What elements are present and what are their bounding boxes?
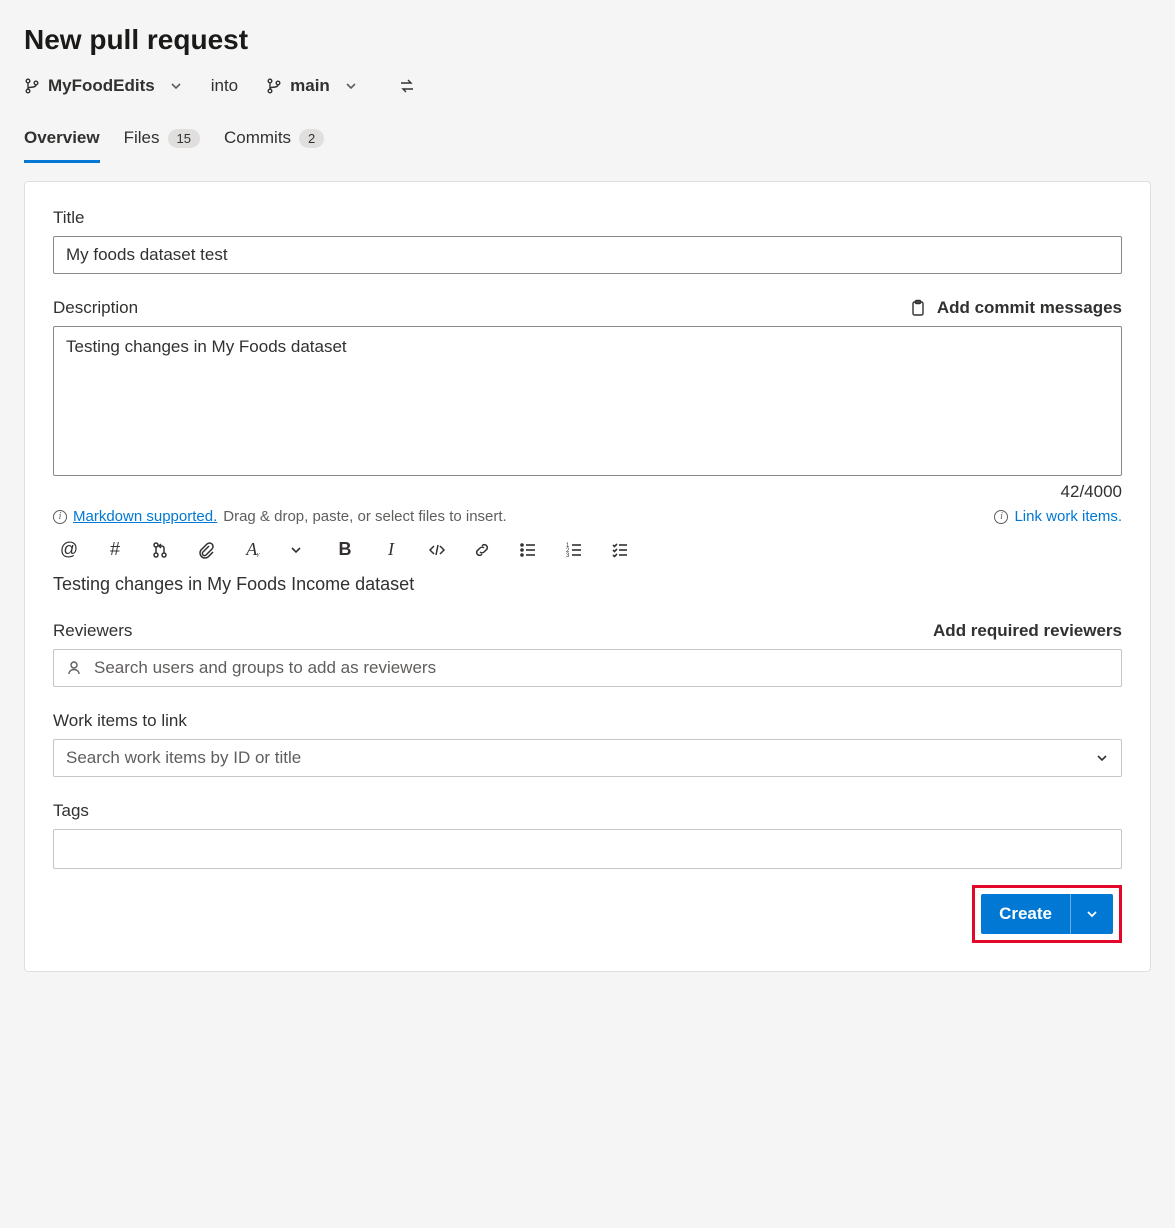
bullet-list-icon[interactable] [519,541,539,559]
target-branch-name: main [290,76,330,96]
add-required-reviewers-label: Add required reviewers [933,621,1122,641]
attachment-icon[interactable] [197,541,217,559]
form-card: Title Description Add commit messages Te… [24,181,1151,972]
tags-label: Tags [53,801,1122,821]
tab-badge: 15 [168,129,200,148]
link-work-items-link[interactable]: i Link work items. [994,508,1122,525]
work-items-label: Work items to link [53,711,1122,731]
reviewers-input[interactable]: Search users and groups to add as review… [53,649,1122,687]
tags-input[interactable] [53,829,1122,869]
svg-text:3: 3 [566,553,570,559]
target-branch-selector[interactable]: main [266,76,358,96]
page-title: New pull request [24,24,1151,56]
into-label: into [193,76,256,96]
work-items-placeholder: Search work items by ID or title [66,748,301,768]
tab-commits[interactable]: Commits 2 [224,120,324,163]
reviewers-placeholder: Search users and groups to add as review… [94,658,436,678]
tab-overview[interactable]: Overview [24,120,100,163]
clipboard-icon [909,299,927,317]
info-icon: i [53,510,67,524]
bold-icon[interactable]: B [335,539,355,560]
reviewers-label: Reviewers [53,621,132,641]
char-counter: 42/4000 [53,482,1122,502]
title-input[interactable] [53,236,1122,274]
tab-files[interactable]: Files 15 [124,120,200,163]
markdown-supported-link[interactable]: Markdown supported. [73,508,217,525]
description-preview: Testing changes in My Foods Income datas… [53,574,1122,595]
title-label: Title [53,208,1122,228]
tabs: Overview Files 15 Commits 2 [24,120,1151,163]
editor-toolbar: @ # Aᵧ B I [53,535,1122,574]
branch-icon [24,78,40,94]
create-button-highlight: Create [972,885,1122,943]
description-label: Description [53,298,138,318]
create-button-label: Create [981,894,1070,934]
swap-branches-button[interactable] [398,77,416,95]
chevron-down-icon [169,79,183,93]
code-icon[interactable] [427,541,447,559]
chevron-down-icon [344,79,358,93]
tab-label: Overview [24,128,100,148]
branch-icon [266,78,282,94]
mention-icon[interactable]: @ [59,539,79,560]
link-icon[interactable] [473,541,493,559]
pull-request-icon[interactable] [151,541,171,559]
work-items-input[interactable]: Search work items by ID or title [53,739,1122,777]
source-branch-selector[interactable]: MyFoodEdits [24,76,183,96]
add-commit-messages-label: Add commit messages [937,298,1122,318]
link-work-items-label: Link work items. [1014,508,1122,525]
description-input[interactable]: Testing changes in My Foods dataset [53,326,1122,476]
create-button[interactable]: Create [981,894,1113,934]
create-button-dropdown[interactable] [1070,894,1113,934]
numbered-list-icon[interactable]: 1 2 3 [565,541,585,559]
info-icon: i [994,510,1008,524]
drag-hint: Drag & drop, paste, or select files to i… [223,508,506,525]
add-required-reviewers-button[interactable]: Add required reviewers [933,621,1122,641]
checklist-icon[interactable] [611,541,631,559]
add-commit-messages-button[interactable]: Add commit messages [909,298,1122,318]
branch-row: MyFoodEdits into main [24,76,1151,96]
italic-icon[interactable]: I [381,539,401,560]
text-style-icon[interactable]: Aᵧ [243,539,263,560]
hashtag-icon[interactable]: # [105,539,125,560]
tab-label: Commits [224,128,291,148]
chevron-down-icon[interactable] [289,543,309,557]
chevron-down-icon [1095,751,1109,765]
person-icon [66,660,82,676]
source-branch-name: MyFoodEdits [48,76,155,96]
tab-label: Files [124,128,160,148]
tab-badge: 2 [299,129,324,148]
